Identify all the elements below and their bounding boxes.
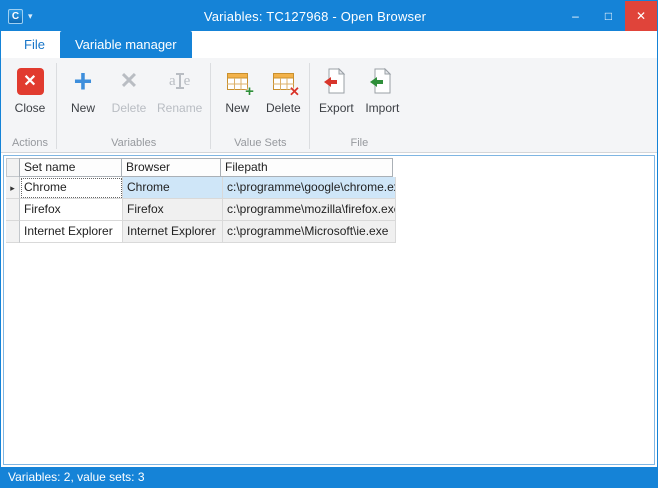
cell-browser[interactable]: Firefox: [123, 199, 223, 221]
window-title: Variables: TC127968 - Open Browser: [71, 9, 559, 24]
indicator-column-header: [6, 158, 20, 177]
export-button[interactable]: Export: [314, 61, 358, 136]
status-bar: Variables: 2, value sets: 3: [1, 467, 657, 487]
ribbon-group-actions: ✕ Close Actions: [4, 60, 56, 152]
row-indicator-icon: ▸: [6, 177, 20, 199]
variables-grid: Set name Browser Filepath ▸ Chrome Chrom…: [4, 158, 654, 243]
plus-icon: +: [74, 66, 93, 96]
cell-set-name[interactable]: Internet Explorer: [20, 221, 123, 243]
plus-badge-icon: +: [245, 83, 254, 100]
cell-browser[interactable]: Chrome: [123, 177, 223, 199]
quick-access-toolbar: C ▾: [1, 9, 71, 24]
ribbon-tab-row: File Variable manager: [1, 31, 657, 58]
cell-filepath[interactable]: c:\programme\Microsoft\ie.exe: [223, 221, 396, 243]
new-value-set-button[interactable]: + New: [215, 61, 259, 136]
ribbon-group-file: Export Import File: [310, 60, 408, 152]
cell-set-name[interactable]: Firefox: [20, 199, 123, 221]
x-badge-icon: ✕: [289, 84, 300, 100]
delete-value-set-button[interactable]: ✕ Delete: [261, 61, 305, 136]
delete-variable-button[interactable]: ✕ Delete: [107, 61, 151, 136]
group-label-value-sets: Value Sets: [211, 136, 309, 152]
row-indicator: [6, 199, 20, 221]
group-label-variables: Variables: [57, 136, 210, 152]
cell-set-name[interactable]: Chrome: [20, 177, 123, 199]
tab-variable-manager[interactable]: Variable manager: [60, 31, 192, 58]
group-label-file: File: [310, 136, 408, 152]
table-row: ▸ Chrome Chrome c:\programme\google\chro…: [6, 177, 654, 199]
close-button-label: Close: [15, 101, 46, 115]
cell-filepath[interactable]: c:\programme\mozilla\firefox.exe: [223, 199, 396, 221]
window-controls: – □ ✕: [559, 1, 657, 31]
variables-grid-panel: Set name Browser Filepath ▸ Chrome Chrom…: [3, 155, 655, 465]
export-arrow-icon: [319, 77, 337, 87]
close-variables-button[interactable]: ✕ Close: [8, 61, 52, 136]
import-arrow-icon: [365, 77, 383, 87]
ribbon-group-variables: + New ✕ Delete ae Rename: [57, 60, 210, 152]
new-variable-button[interactable]: + New: [61, 61, 105, 136]
row-indicator: [6, 221, 20, 243]
delete-variable-label: Delete: [112, 101, 147, 115]
maximize-button[interactable]: □: [592, 1, 625, 31]
rename-variable-label: Rename: [157, 101, 202, 115]
cell-filepath[interactable]: c:\programme\google\chrome.exe: [223, 177, 396, 199]
export-label: Export: [319, 101, 354, 115]
ribbon-group-value-sets: + New ✕ Delete: [211, 60, 309, 152]
import-button[interactable]: Import: [360, 61, 404, 136]
titlebar: C ▾ Variables: TC127968 - Open Browser –…: [1, 1, 657, 31]
cell-browser[interactable]: Internet Explorer: [123, 221, 223, 243]
app-icon[interactable]: C: [8, 9, 23, 24]
ribbon: ✕ Close Actions + New ✕: [1, 58, 657, 153]
column-header-set-name[interactable]: Set name: [19, 158, 122, 177]
app-window: C ▾ Variables: TC127968 - Open Browser –…: [0, 0, 658, 488]
grid-header-row: Set name Browser Filepath: [6, 158, 654, 177]
status-text: Variables: 2, value sets: 3: [8, 470, 145, 484]
qat-dropdown-chevron-icon[interactable]: ▾: [28, 11, 33, 22]
column-header-browser[interactable]: Browser: [121, 158, 221, 177]
import-label: Import: [365, 101, 399, 115]
close-red-icon: ✕: [17, 68, 44, 95]
group-label-actions: Actions: [4, 136, 56, 152]
delete-value-set-label: Delete: [266, 101, 301, 115]
table-row: Firefox Firefox c:\programme\mozilla\fir…: [6, 199, 654, 221]
tab-file[interactable]: File: [9, 31, 60, 58]
close-window-button[interactable]: ✕: [625, 1, 657, 31]
rename-icon: ae: [169, 73, 190, 90]
minimize-button[interactable]: –: [559, 1, 592, 31]
column-header-filepath[interactable]: Filepath: [220, 158, 393, 177]
table-row: Internet Explorer Internet Explorer c:\p…: [6, 221, 654, 243]
new-variable-label: New: [71, 101, 95, 115]
rename-variable-button[interactable]: ae Rename: [153, 61, 206, 136]
delete-x-icon: ✕: [120, 68, 138, 94]
new-value-set-label: New: [225, 101, 249, 115]
